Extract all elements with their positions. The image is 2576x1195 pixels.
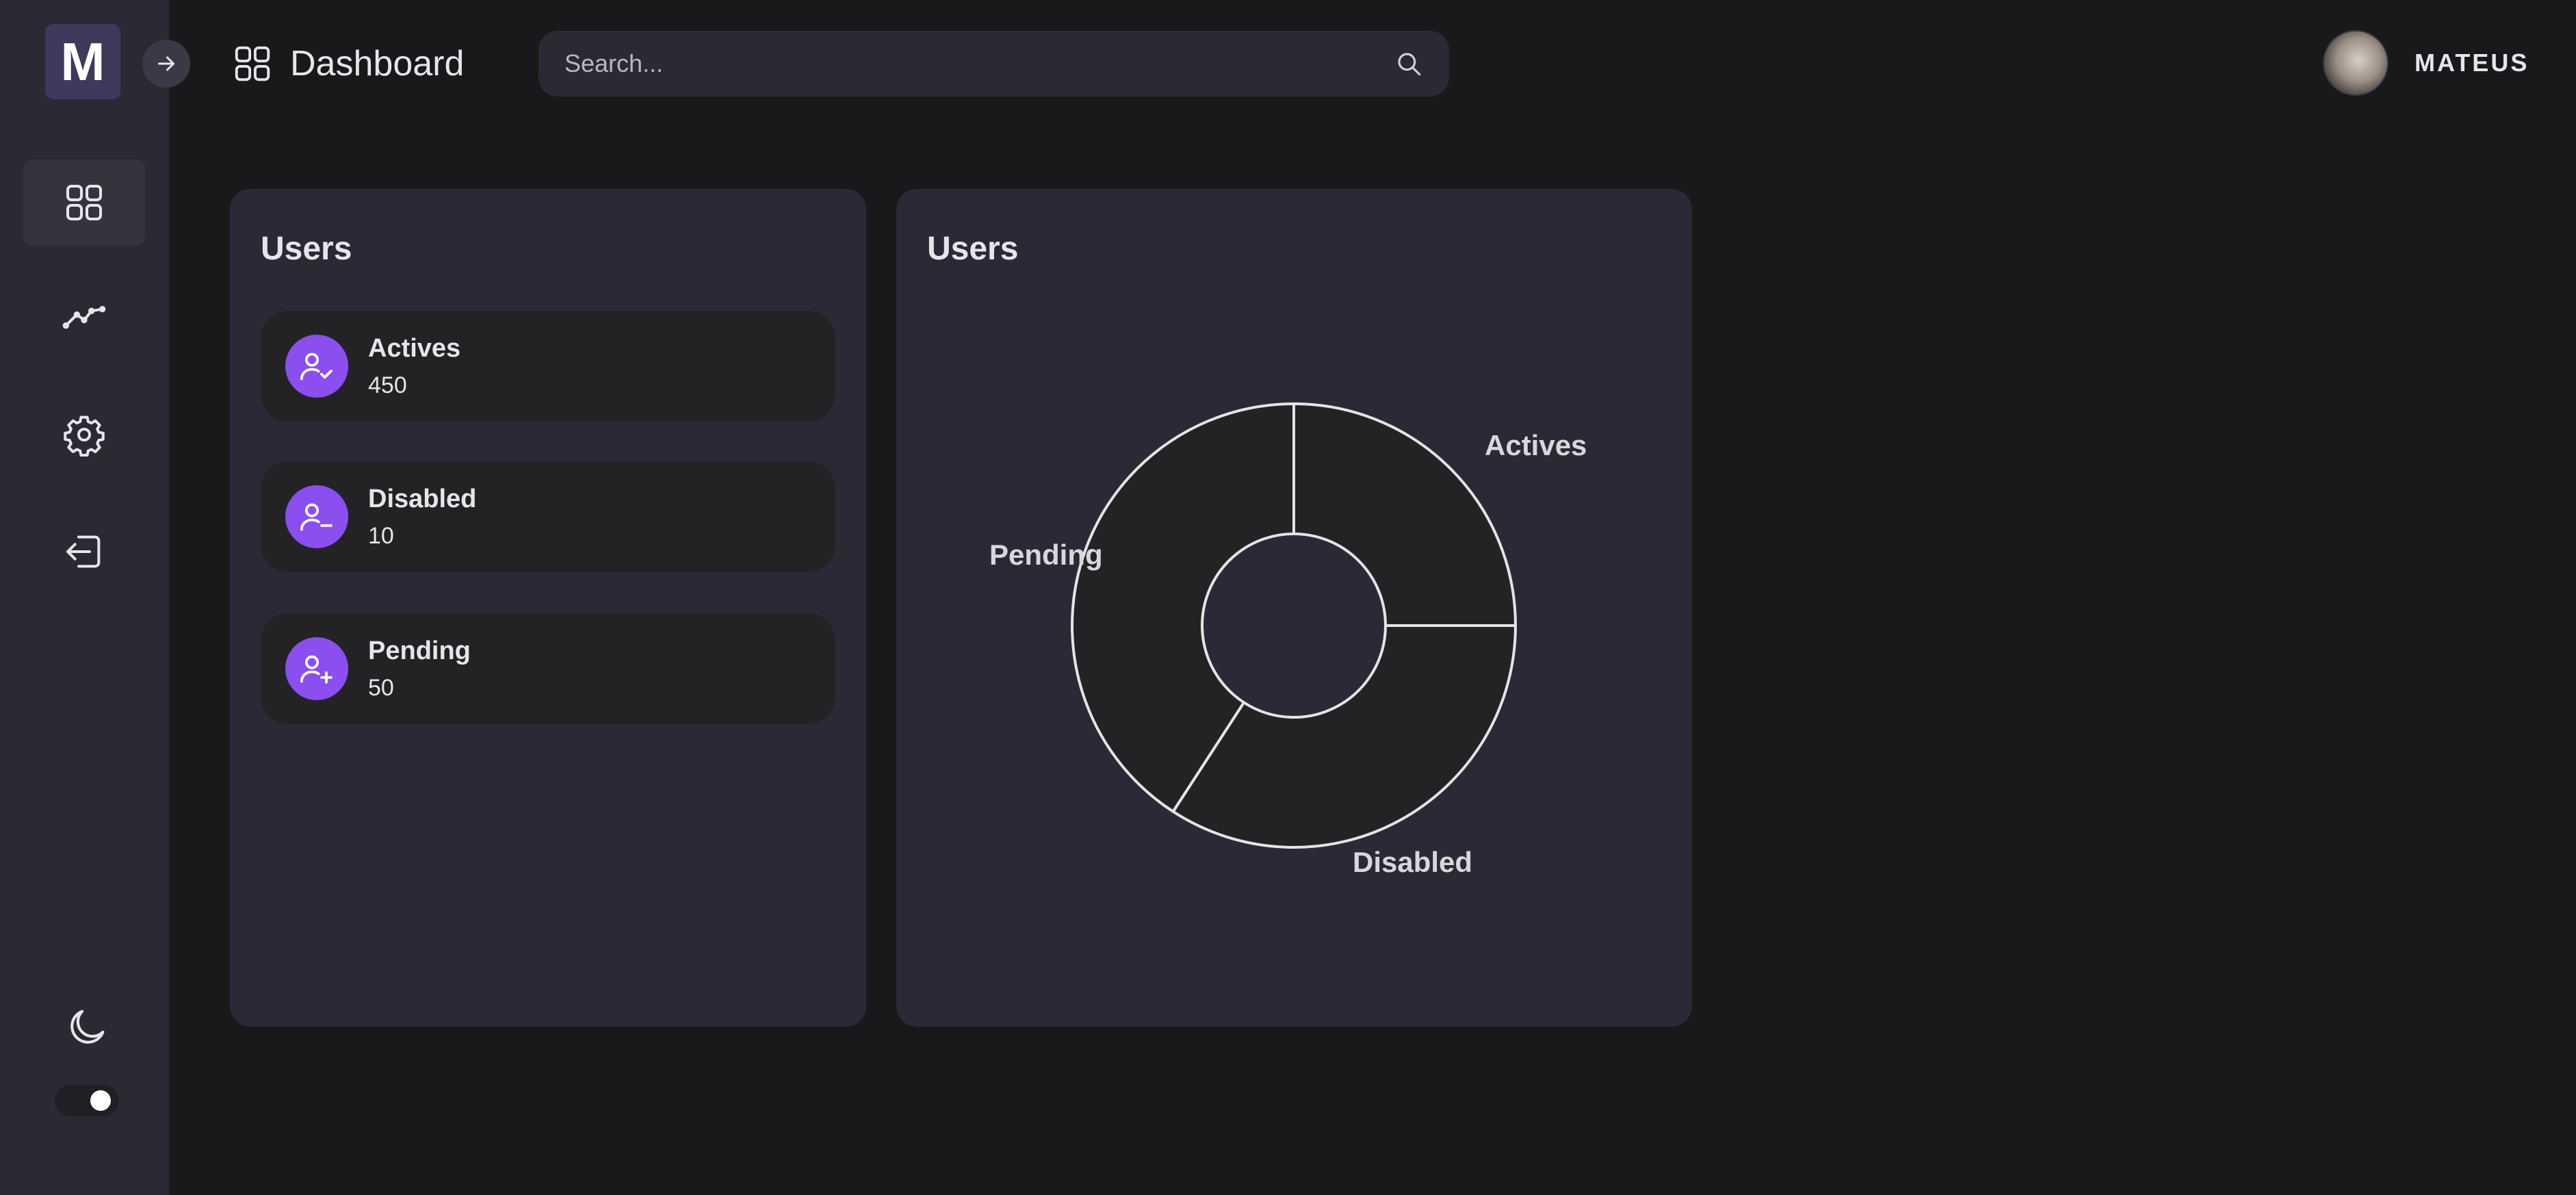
donut-slice-actives[interactable] [1292,402,1518,627]
users-stats-card: Users Actives 450 Disabled 10 Pending 50 [230,189,866,1027]
user-minus-icon [285,485,348,548]
user-plus-icon [285,637,348,700]
avatar[interactable] [2323,30,2389,96]
stat-value: 10 [368,523,394,549]
sidebar-expand-button[interactable] [142,40,190,88]
gear-icon [64,415,105,457]
stat-label: Disabled [368,485,477,513]
trend-line-icon [62,306,106,329]
page-title-text: Dashboard [290,44,465,83]
page-title: Dashboard [231,42,464,85]
stat-item-disabled: Disabled 10 [261,461,835,572]
stat-label: Pending [368,637,471,665]
users-chart-card: Users Actives Disabled Pending [896,189,1692,1027]
app-logo[interactable]: M [45,24,120,99]
search-bar [538,31,1449,97]
user-check-icon [285,335,348,398]
logout-icon [66,535,101,568]
slice-label-actives: Actives [1485,429,1587,461]
toggle-knob [90,1090,111,1111]
theme-toggle[interactable] [55,1085,119,1116]
stat-label: Actives [368,334,461,363]
slice-label-pending: Pending [989,539,1103,571]
search-input[interactable] [564,49,1394,78]
slice-label-disabled: Disabled [1353,846,1472,878]
user-name: MATEUS [2415,49,2529,77]
search-icon[interactable] [1394,49,1423,78]
stat-value: 50 [368,675,394,701]
stat-value: 450 [368,372,407,398]
arrow-right-icon [158,56,174,71]
stat-item-actives: Actives 450 [261,311,835,422]
sidebar-item-analytics[interactable] [23,275,145,361]
sidebar-item-dashboard[interactable] [23,159,145,246]
sidebar: M [0,0,169,1195]
user-profile[interactable]: MATEUS [2323,30,2529,96]
stat-item-pending: Pending 50 [261,613,835,724]
donut-slice-disabled[interactable] [1171,624,1518,849]
card-title: Users [261,231,352,267]
grid-icon [235,46,270,81]
users-donut-chart: Actives Disabled Pending [989,402,1587,878]
moon-icon [70,1010,105,1044]
grid-icon [66,185,102,220]
sidebar-item-settings[interactable] [23,391,145,478]
sidebar-item-logout[interactable] [23,509,145,595]
